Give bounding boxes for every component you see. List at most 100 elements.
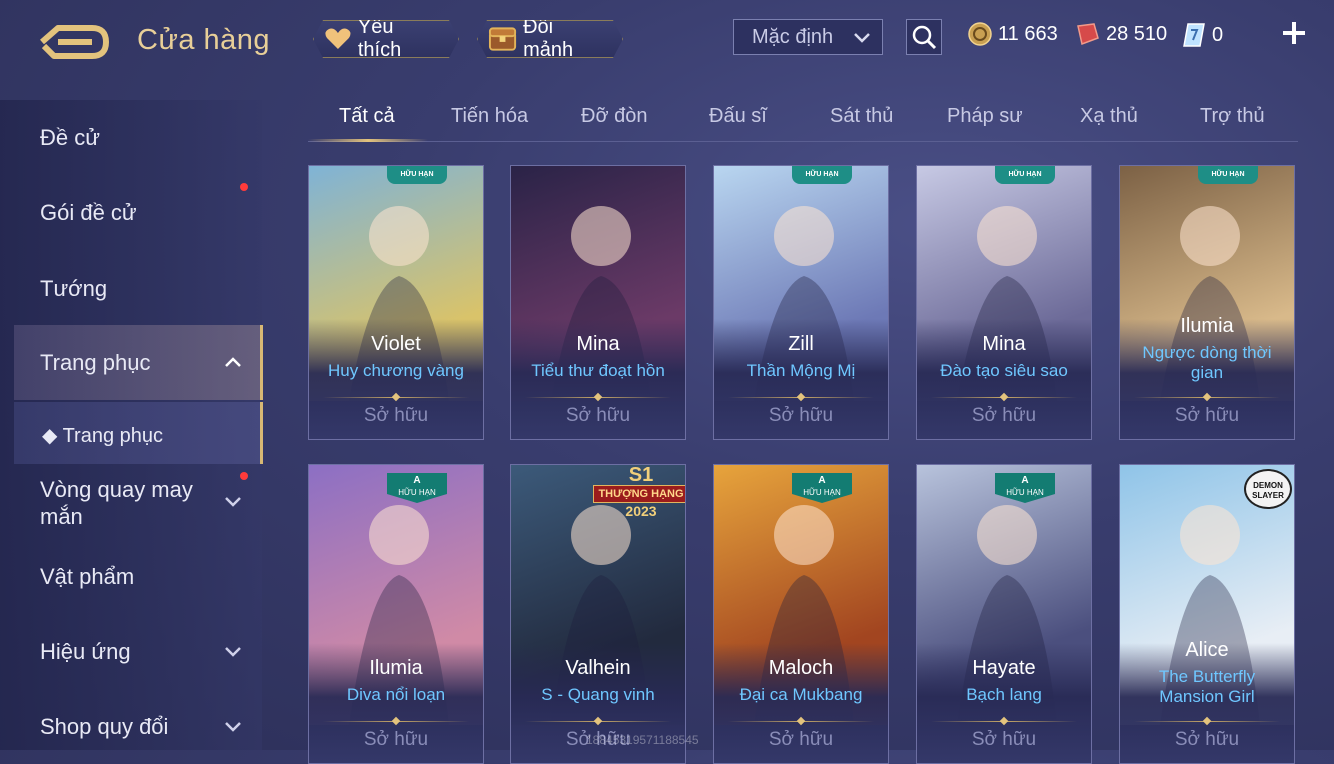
badge-grade: A [413,475,421,486]
hero-name: Mina [576,333,620,355]
skin-name: Đại ca Mukbang [739,685,863,704]
search-icon [912,25,937,50]
treasure-chest-icon [488,24,517,54]
skin-name: Thần Mộng Mị [746,361,856,380]
collab-logo: DEMON SLAYER [1244,469,1292,509]
owned-status: Sở hữu [565,405,631,426]
sidebar-item-effects[interactable]: Hiệu ứng [40,639,131,665]
skin-name: S - Quang vinh [541,685,655,704]
add-currency-button[interactable] [1281,16,1307,52]
season-rank-badge: S1 THƯỢNG HẠNG 2023 [593,464,685,523]
token-amount: 0 [1212,23,1224,46]
owned-status: Sở hữu [971,729,1037,750]
hero-name: Alice [1185,639,1229,661]
limited-badge: HỮU HẠN [995,166,1055,184]
sidebar-item-skins[interactable]: Trang phục [40,350,150,376]
exchange-fragments-button[interactable]: Đổi mảnh [477,20,623,58]
chevron-down-icon [854,33,870,43]
hero-name: Zill [788,333,814,355]
tab-support[interactable]: Trợ thủ [1200,105,1265,128]
token-currency: 0 [1182,22,1223,48]
back-arrow-icon[interactable] [40,22,110,62]
gold-currency: 11 663 [968,22,1058,46]
skin-card[interactable]: Valhein S - Quang vinh Sở hữu S1 THƯỢNG HẠNG… [510,464,686,764]
search-button[interactable] [906,19,942,55]
favorites-button[interactable]: Yêu thích [313,20,459,58]
skin-name: Đào tạo siêu sao [940,361,1068,380]
hero-name: Violet [371,333,421,355]
skin-name: Diva nổi loạn [346,685,446,704]
chevron-down-icon[interactable] [223,644,243,660]
voucher-icon [1077,23,1099,46]
chevron-up-icon [225,357,241,367]
skin-card[interactable]: Alice The Butterfly Mansion Girl Sở hữu DEM… [1119,464,1295,764]
skin-card[interactable]: Hayate Bạch lang Sở hữu A HỮU HẠN [916,464,1092,764]
limited-badge: HỮU HẠN [1198,166,1258,184]
hero-name: Ilumia [369,657,423,679]
sidebar-item-heroes[interactable]: Tướng [40,276,107,302]
skin-name: The Butterfly Mansion Girl [1158,667,1256,706]
owned-status: Sở hữu [1174,729,1240,750]
token-icon [1183,23,1205,47]
skin-card[interactable]: Violet Huy chương vàng Sở hữu HỮU HẠN [308,165,484,440]
bullet-icon: ◆ [42,425,63,447]
hero-name: Hayate [972,657,1036,679]
season-badge-text: 2023 [625,503,657,519]
season-badge-text: S1 [628,464,654,486]
limited-badge: HỮU HẠN [792,166,852,184]
skin-name: Huy chương vàng [328,361,464,380]
sidebar-item-lucky-wheel[interactable]: Vòng quay may mắn [40,476,220,530]
sidebar-subitem-label: Trang phục [62,425,164,447]
sidebar-item-recommended[interactable]: Đề cử [40,125,100,151]
collab-logo-text: SLAYER [1252,491,1284,500]
hero-name: Maloch [768,657,834,679]
skin-card[interactable]: Maloch Đại ca Mukbang Sở hữu A HỮU HẠN [713,464,889,764]
skin-card[interactable]: Ilumia Diva nổi loạn Sở hữu A HỮU HẠN [308,464,484,764]
sidebar-item-recommended-packs[interactable]: Gói đề cử [40,200,137,226]
skin-card[interactable]: Ilumia Ngược dòng thời gian Sở hữu HỮU HẠN [1119,165,1295,440]
tab-marksman[interactable]: Xạ thủ [1080,105,1138,128]
tab-active-indicator [308,139,428,142]
skin-card[interactable]: Mina Đào tạo siêu sao Sở hữu HỮU HẠN [916,165,1092,440]
limited-badge: HỮU HẠN [387,166,447,184]
plus-icon [1283,22,1305,44]
watermark: 18845319571188545 [586,733,699,747]
favorites-label: Yêu thích [357,16,402,61]
page-title: Cửa hàng [137,24,271,56]
heart-icon [324,27,352,51]
tab-tank[interactable]: Đỡ đòn [581,105,647,128]
owned-status: Sở hữu [768,729,834,750]
notification-dot [240,472,248,480]
badge-grade: A [1021,475,1029,486]
gold-amount: 11 663 [998,22,1058,45]
tab-all[interactable]: Tất cả [339,105,395,128]
owned-status: Sở hữu [971,405,1037,426]
voucher-amount: 28 510 [1106,22,1168,45]
skin-name: Ngược dòng thời gian [1142,343,1272,382]
skin-card[interactable]: Mina Tiểu thư đoạt hồn Sở hữu [510,165,686,440]
tab-mage[interactable]: Pháp sư [947,105,1023,128]
tab-fighter[interactable]: Đấu sĩ [709,105,767,128]
tab-divider [308,141,1298,142]
chevron-down-icon[interactable] [223,719,243,735]
hero-name: Ilumia [1180,315,1234,337]
chevron-down-icon[interactable] [223,494,243,510]
tab-evolution[interactable]: Tiến hóa [451,105,528,128]
owned-status: Sở hữu [363,729,429,750]
tab-assassin[interactable]: Sát thủ [830,105,893,128]
collab-logo-text: DEMON [1253,481,1283,490]
season-badge-text: THƯỢNG HẠNG [593,485,685,503]
notification-dot [240,183,248,191]
sidebar-subitem-skins[interactable]: ◆ Trang phục [42,423,163,448]
gold-coin-icon [968,22,992,46]
owned-status: Sở hữu [363,405,429,426]
sidebar-item-items[interactable]: Vật phẩm [40,564,134,590]
skin-name: Bạch lang [966,685,1042,704]
sidebar-item-exchange-shop[interactable]: Shop quy đổi [40,714,168,740]
sort-dropdown[interactable]: Mặc định [733,19,883,55]
owned-status: Sở hữu [768,405,834,426]
hero-name: Mina [982,333,1026,355]
skin-card[interactable]: Zill Thần Mộng Mị Sở hữu HỮU HẠN [713,165,889,440]
hero-name: Valhein [565,657,631,679]
exchange-label: Đổi mảnh [523,16,574,61]
